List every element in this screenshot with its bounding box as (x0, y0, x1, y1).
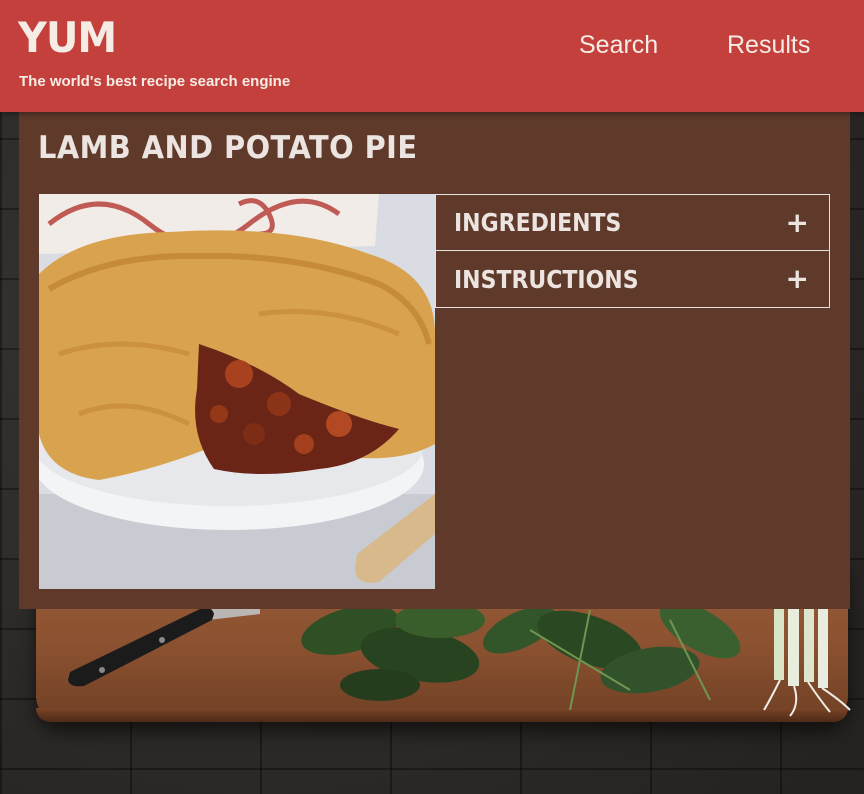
instructions-section-toggle[interactable]: INSTRUCTIONS + (435, 250, 830, 308)
plus-icon[interactable]: + (786, 208, 809, 237)
spring-onions-image (763, 600, 851, 717)
ingredients-label: INGREDIENTS (454, 208, 622, 237)
site-header: YUM The world's best recipe search engin… (0, 0, 864, 112)
instructions-label: INSTRUCTIONS (454, 264, 639, 294)
site-logo[interactable]: YUM (18, 12, 117, 64)
recipe-accordion: INGREDIENTS + INSTRUCTIONS + (435, 194, 830, 308)
plus-icon[interactable]: + (786, 265, 809, 293)
pie-photo-icon (39, 194, 435, 589)
spinach-leaves-image (301, 601, 741, 711)
site-tagline: The world's best recipe search engine (19, 73, 291, 90)
ingredients-section-toggle[interactable]: INGREDIENTS + (435, 194, 830, 250)
nav-results-link[interactable]: Results (727, 30, 810, 60)
nav-search-link[interactable]: Search (579, 30, 658, 60)
recipe-title: LAMB AND POTATO PIE (38, 130, 418, 166)
recipe-photo (39, 194, 435, 589)
recipe-panel: LAMB AND POTATO PIE INGREDIENTS + INSTRU… (19, 112, 850, 609)
knife-handle-image (68, 600, 260, 687)
